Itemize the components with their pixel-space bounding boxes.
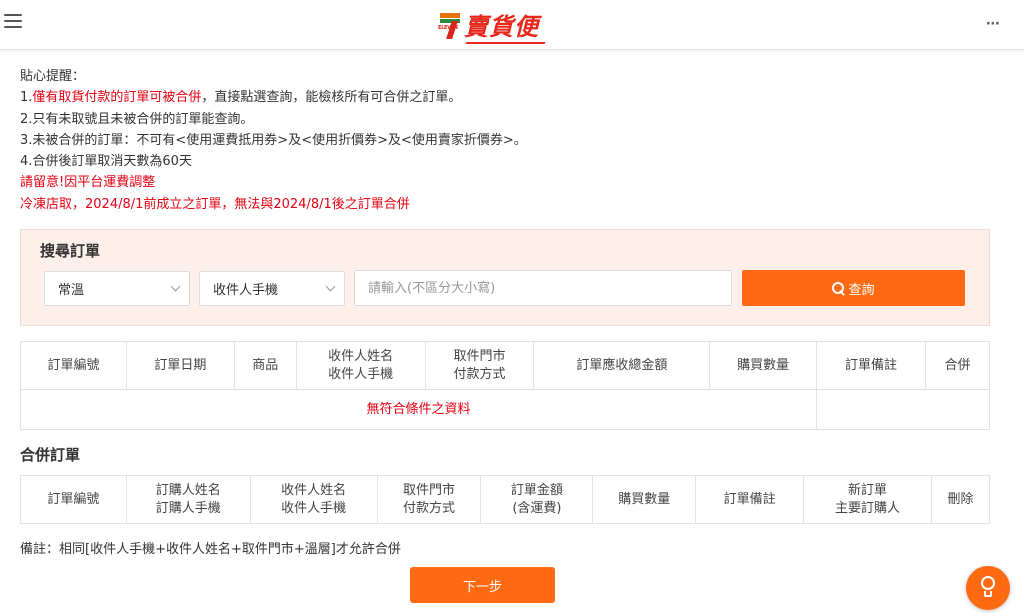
next-step-button[interactable]: 下一步 (410, 567, 555, 603)
remark-text: 備註：相同[收件人手機+收件人姓名+取件門市+溫層]才允許合併 (20, 542, 401, 557)
warning-line-1: 請留意!因平台運費調整 (20, 175, 156, 191)
merge-header-col-4: 訂單金額 (含運費) (480, 475, 594, 524)
search-input[interactable] (354, 270, 732, 306)
note-line-2: 2.只有未取號且未被合併的訂單能查詢。 (20, 111, 254, 127)
orders-header-col-4: 取件門市 付款方式 (424, 341, 535, 390)
orders-table: 訂單編號 訂單日期 商品 收件人姓名 收件人手機 取件門市 付款方式 訂單應收總金額 購買數量訂… (19, 341, 991, 430)
top-bar: ELEVEN 賣貨便 ⋯ (0, 0, 1024, 50)
search-icon (832, 281, 845, 295)
orders-header-col-8: 合併 (924, 341, 991, 390)
orders-header-col-0: 訂單編號 (20, 341, 127, 390)
search-field-select[interactable]: 收件人手機 (199, 271, 345, 306)
app-logo[interactable]: ELEVEN 賣貨便 (438, 6, 539, 42)
help-lightbulb-button[interactable] (966, 566, 1010, 610)
orders-header-col-7: 訂單備註 (816, 341, 926, 390)
search-title: 搜尋訂單 (40, 242, 101, 260)
merge-header-col-3: 取件門市 付款方式 (376, 475, 482, 524)
more-options-icon[interactable]: ⋯ (986, 16, 1001, 32)
search-button[interactable]: 查詢 (742, 270, 965, 306)
merge-table-header: 訂單編號 訂購人姓名 訂購人手機 收件人姓名 收件人手機 取件門市 付款方式 訂單金額 (含運費… (20, 475, 991, 524)
orders-header-col-2: 商品 (233, 341, 297, 390)
merge-header-col-0: 訂單編號 (20, 475, 127, 524)
merge-header-col-7: 新訂單 主要訂購人 (803, 475, 932, 524)
reminder-notes: 貼心提醒： 1.僅有取貨付款的訂單可被合併，直接點選查詢，能檢核所有可合併之訂單… (20, 66, 527, 215)
temperature-select[interactable]: 常溫 (44, 271, 190, 306)
orders-header-col-3: 收件人姓名 收件人手機 (295, 341, 426, 390)
orders-header-col-6: 購買數量 (709, 341, 818, 390)
search-panel: 搜尋訂單 常溫 收件人手機 查詢 (20, 229, 990, 326)
notes-title: 貼心提醒： (20, 69, 86, 84)
orders-table-header: 訂單編號 訂單日期 商品 收件人姓名 收件人手機 取件門市 付款方式 訂單應收總金額 購買數量訂… (20, 341, 991, 390)
orders-header-col-5: 訂單應收總金額 (533, 341, 711, 390)
merge-header-col-5: 購買數量 (592, 475, 697, 524)
merge-header-col-2: 收件人姓名 收件人手機 (249, 475, 378, 524)
chevron-down-icon (170, 281, 181, 292)
note-line-3: 3.未被合併的訂單：不可有<使用運費抵用券>及<使用折價券>及<使用賣家折價券>… (20, 132, 527, 148)
merge-orders-title: 合併訂單 (20, 446, 81, 464)
merge-header-col-1: 訂購人姓名 訂購人手機 (125, 475, 251, 524)
logo-text: 賣貨便 (464, 7, 539, 42)
chevron-down-icon (325, 281, 336, 292)
orders-header-col-1: 訂單日期 (125, 341, 235, 390)
table-row: 無符合條件之資料 (19, 389, 990, 430)
note-line-4: 4.合併後訂單取消天數為60天 (20, 154, 192, 170)
warning-line-2: 冷凍店取，2024/8/1前成立之訂單，無法與2024/8/1後之訂單合併 (20, 196, 410, 212)
note-line-1: 1.僅有取貨付款的訂單可被合併，直接點選查詢，能檢核所有可合併之訂單。 (20, 90, 462, 106)
seven-eleven-logo-icon: ELEVEN (438, 9, 460, 39)
temperature-select-value: 常溫 (58, 283, 85, 298)
merge-orders-table: 訂單編號 訂購人姓名 訂購人手機 收件人姓名 收件人手機 取件門市 付款方式 訂單金額 (含運費… (20, 475, 991, 524)
merge-header-col-6: 訂單備註 (695, 475, 805, 524)
merge-header-col-8: 刪除 (930, 475, 991, 524)
lightbulb-icon (981, 576, 995, 590)
empty-cell (816, 389, 990, 430)
search-field-select-value: 收件人手機 (213, 283, 279, 298)
hamburger-icon[interactable] (4, 14, 22, 30)
empty-result-text: 無符合條件之資料 (19, 389, 818, 430)
